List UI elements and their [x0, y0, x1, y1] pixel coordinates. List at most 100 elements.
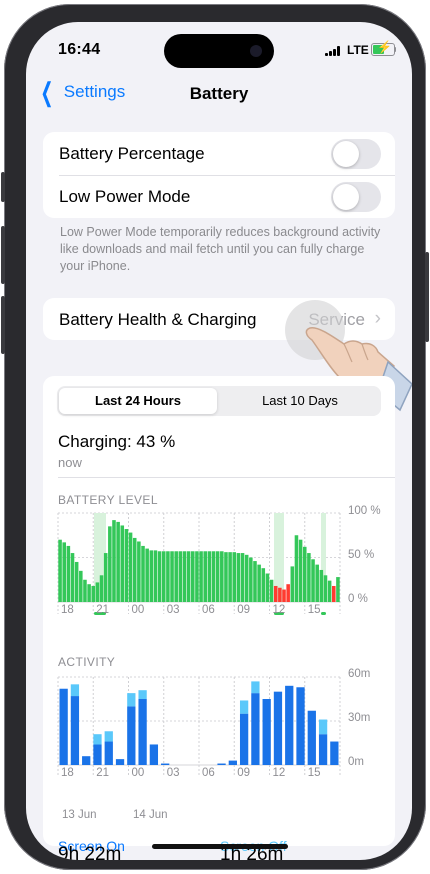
low-power-mode-label: Low Power Mode	[59, 187, 191, 206]
screen-on-bar	[285, 685, 294, 765]
battery-percentage-toggle[interactable]	[331, 139, 381, 169]
x-tick-label: 09	[237, 604, 251, 616]
battery-bar	[153, 550, 158, 602]
battery-bar	[298, 539, 303, 602]
date-label: 13 Jun	[62, 809, 97, 821]
screen-on-bar	[251, 693, 260, 765]
screen-on-bar	[273, 691, 283, 765]
volume-up-button	[1, 226, 5, 284]
screen-on-bar	[70, 696, 80, 765]
status-bar: 16:44 LTE ⚡	[26, 22, 412, 76]
y-tick-label: 0m	[348, 756, 364, 768]
screen-off-bar	[127, 693, 136, 707]
battery-bar	[157, 551, 162, 602]
battery-bar	[273, 585, 278, 602]
battery-bar	[253, 561, 257, 602]
screen-on-value: 9h 22m	[58, 844, 122, 860]
x-tick-label: 21	[96, 767, 110, 779]
x-tick-label: 00	[131, 604, 145, 616]
battery-bar	[228, 552, 232, 602]
battery-bar	[137, 541, 141, 602]
battery-bar	[257, 564, 261, 602]
x-tick-label: 00	[131, 767, 145, 779]
battery-bar	[294, 535, 299, 602]
battery-bar	[332, 585, 336, 602]
x-tick-label: 12	[272, 604, 286, 616]
x-tick-label: 03	[166, 767, 180, 779]
battery-bar	[108, 526, 112, 602]
y-tick-label: 50 %	[348, 549, 375, 561]
battery-bar	[186, 551, 191, 602]
x-tick-label: 03	[166, 604, 180, 616]
battery-bar	[166, 551, 170, 602]
x-tick-label: 06	[202, 767, 215, 779]
battery-bar	[83, 579, 87, 602]
battery-bar	[112, 520, 116, 602]
action-button	[1, 172, 5, 202]
screen-on-bar	[127, 706, 136, 765]
screen-on-bar	[115, 759, 125, 765]
y-tick-label: 30m	[348, 712, 371, 724]
battery-bar	[236, 553, 241, 602]
battery-bar	[141, 545, 145, 602]
battery-bar	[178, 551, 183, 602]
x-tick-label: 18	[61, 767, 74, 779]
battery-bar	[261, 568, 266, 602]
battery-bar	[70, 553, 75, 602]
battery-bar	[170, 551, 174, 602]
screen-on-bar	[161, 763, 170, 765]
battery-bar	[199, 551, 203, 602]
battery-bar	[278, 587, 282, 602]
battery-bar	[302, 546, 307, 602]
battery-bar	[224, 552, 228, 602]
battery-health-label: Battery Health & Charging	[59, 310, 257, 329]
page-title: Battery	[189, 84, 249, 103]
battery-bar	[249, 557, 253, 602]
side-button	[425, 252, 429, 342]
screen-on-bar	[262, 699, 271, 765]
screen-on-bar	[307, 710, 316, 765]
screen-off-bar	[251, 681, 260, 694]
battery-bar	[74, 561, 79, 602]
battery-bar	[128, 532, 133, 602]
battery-bar	[58, 539, 62, 602]
navigation-bar: ❮ Settings Battery	[26, 78, 412, 110]
battery-bar	[211, 551, 216, 602]
screen-off-bar	[93, 734, 102, 745]
battery-bar	[215, 551, 220, 602]
usage-card: Last 24 Hours Last 10 Days Charging: 43 …	[43, 376, 395, 854]
x-tick-label: 21	[96, 604, 110, 616]
home-indicator[interactable]	[152, 844, 288, 849]
screen-off-bar	[318, 719, 328, 735]
x-tick-label: 06	[202, 604, 215, 616]
battery-bar	[87, 584, 91, 602]
screen-on-bar	[228, 760, 237, 765]
battery-bar	[265, 573, 270, 602]
battery-bar	[120, 525, 125, 602]
battery-bar	[191, 551, 195, 602]
battery-bar	[307, 553, 311, 602]
battery-bar	[282, 589, 286, 602]
low-power-mode-toggle[interactable]	[331, 182, 381, 212]
divider	[59, 175, 395, 176]
screen: 16:44 LTE ⚡ ❮ Settings Battery Battery P…	[26, 22, 412, 860]
battery-bar	[95, 582, 100, 602]
toggle-group: Battery Percentage Low Power Mode	[43, 132, 395, 218]
dynamic-island	[164, 34, 274, 68]
battery-bar	[62, 542, 66, 602]
camera-icon	[250, 45, 262, 57]
battery-bar	[124, 529, 129, 602]
battery-bar	[240, 553, 245, 602]
low-power-footnote: Low Power Mode temporarily reduces backg…	[60, 225, 381, 273]
screen-on-bar	[239, 713, 249, 765]
volume-down-button	[1, 296, 5, 354]
battery-bar	[232, 552, 237, 602]
battery-bar	[319, 569, 324, 602]
x-tick-label: 18	[61, 604, 74, 616]
battery-bar	[336, 577, 340, 602]
battery-bar	[116, 521, 120, 602]
phone-frame: 16:44 LTE ⚡ ❮ Settings Battery Battery P…	[1, 4, 429, 870]
battery-bar	[66, 545, 71, 602]
x-tick-label: 15	[307, 767, 321, 779]
activity-caption: ACTIVITY	[58, 655, 116, 669]
